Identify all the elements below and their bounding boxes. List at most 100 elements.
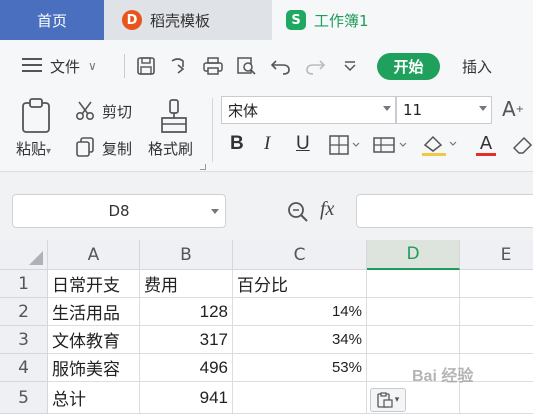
cell-a4[interactable]: 服饰美容	[48, 354, 140, 382]
italic-button[interactable]: I	[264, 133, 270, 155]
print-icon[interactable]	[202, 56, 224, 76]
format-painter-button[interactable]: 格式刷	[148, 138, 193, 159]
docer-logo-icon: D	[122, 10, 142, 30]
column-header[interactable]: A	[48, 240, 140, 270]
row-header[interactable]: 2	[0, 298, 48, 326]
cell-c1[interactable]: 百分比	[233, 270, 367, 298]
tab-workbook-label: 工作簿1	[314, 11, 369, 30]
spreadsheet-window: 首页 D 稻壳模板 S 工作簿1 文件 ∨ 开始 插入 粘贴▾ 剪切 复制 格式…	[0, 0, 533, 414]
cell-b5[interactable]: 941	[140, 382, 233, 414]
underline-button[interactable]: U	[296, 133, 310, 155]
cell-a1[interactable]: 日常开支	[48, 270, 140, 298]
watermark: Bai 经验	[412, 368, 474, 385]
format-painter-icon[interactable]	[158, 96, 190, 136]
chevron-down-icon	[383, 106, 391, 111]
ribbon: 粘贴▾ 剪切 复制 格式刷 宋体 11 A + B I U A	[0, 92, 533, 172]
chevron-down-icon: ∨	[88, 59, 97, 73]
cell-c5[interactable]	[233, 382, 367, 414]
cell-e5[interactable]	[460, 382, 533, 414]
paste-options-icon	[377, 392, 393, 408]
tab-home-label: 首页	[36, 11, 67, 30]
tab-start[interactable]: 开始	[377, 53, 440, 80]
cell-c4[interactable]: 53%	[233, 354, 367, 382]
save-icon[interactable]	[136, 56, 156, 76]
print-preview-icon[interactable]	[236, 56, 258, 76]
column-header[interactable]: C	[233, 240, 367, 270]
tab-bar: 首页 D 稻壳模板 S 工作簿1	[0, 0, 533, 40]
cell-style-icon[interactable]	[372, 134, 410, 156]
clear-format-icon[interactable]	[512, 134, 533, 156]
font-color-icon[interactable]: A	[468, 132, 504, 158]
font-size-select[interactable]: 11	[396, 96, 492, 124]
tab-insert[interactable]: 插入	[462, 40, 492, 92]
row-header[interactable]: 1	[0, 270, 48, 298]
paste-options-button[interactable]: ▾	[370, 388, 406, 412]
font-size-value: 11	[403, 101, 423, 119]
cell-e1[interactable]	[460, 270, 533, 298]
tab-workbook[interactable]: S 工作簿1	[272, 0, 533, 40]
fill-color-icon[interactable]	[420, 132, 460, 158]
cut-icon[interactable]	[74, 100, 96, 122]
chevron-down-icon	[479, 106, 487, 111]
increase-font-size-icon[interactable]: A +	[500, 96, 526, 122]
font-color-bar	[476, 152, 496, 156]
redo-icon[interactable]	[304, 56, 326, 76]
paste-button[interactable]: 粘贴▾	[16, 138, 51, 159]
menu-row: 文件 ∨ 开始 插入	[0, 40, 533, 92]
tab-templates-label: 稻壳模板	[150, 11, 211, 30]
copy-icon[interactable]	[74, 136, 96, 158]
name-box[interactable]: D8	[12, 194, 226, 228]
formula-bar: D8 fx	[0, 172, 533, 240]
spreadsheet-logo-icon: S	[286, 10, 306, 30]
cell-a5[interactable]: 总计	[48, 382, 140, 414]
zoom-search-icon[interactable]	[286, 200, 310, 224]
row-header[interactable]: 5	[0, 382, 48, 414]
column-header-selected[interactable]: D	[367, 240, 460, 270]
group-launcher-icon[interactable]	[200, 164, 206, 170]
cell-b2[interactable]: 128	[140, 298, 233, 326]
row-header[interactable]: 4	[0, 354, 48, 382]
tab-templates[interactable]: D 稻壳模板	[104, 0, 272, 40]
row-header[interactable]: 3	[0, 326, 48, 354]
column-header[interactable]: E	[460, 240, 533, 270]
file-menu-label: 文件	[50, 57, 81, 76]
cell-b4[interactable]: 496	[140, 354, 233, 382]
font-color-glyph: A	[479, 132, 493, 154]
cell-a3[interactable]: 文体教育	[48, 326, 140, 354]
cell-d2[interactable]	[367, 298, 460, 326]
cell-b3[interactable]: 317	[140, 326, 233, 354]
caret-down-icon: ▾	[394, 395, 400, 405]
font-name-value: 宋体	[228, 101, 259, 120]
cell-d3[interactable]	[367, 326, 460, 354]
export-icon[interactable]	[168, 56, 190, 76]
spreadsheet-grid: A B C D E 1 2 3 4 5 日常开支 费用 百分比 生活用品 128…	[0, 240, 533, 414]
bold-button[interactable]: B	[230, 133, 244, 155]
cell-e2[interactable]	[460, 298, 533, 326]
cell-a2[interactable]: 生活用品	[48, 298, 140, 326]
more-icon[interactable]	[340, 56, 360, 76]
cut-button[interactable]: 剪切	[102, 101, 132, 122]
name-box-value: D8	[108, 202, 130, 220]
hamburger-menu-icon[interactable]	[22, 55, 42, 75]
column-header[interactable]: B	[140, 240, 233, 270]
file-menu[interactable]: 文件 ∨	[50, 40, 97, 92]
paste-icon[interactable]	[18, 96, 54, 136]
cell-b1[interactable]: 费用	[140, 270, 233, 298]
cell-c3[interactable]: 34%	[233, 326, 367, 354]
select-all-corner[interactable]	[0, 240, 48, 270]
cell-c2[interactable]: 14%	[233, 298, 367, 326]
cell-e3[interactable]	[460, 326, 533, 354]
divider	[212, 98, 213, 162]
tab-home[interactable]: 首页	[0, 0, 104, 40]
font-name-select[interactable]: 宋体	[221, 96, 396, 124]
copy-button[interactable]: 复制	[102, 138, 132, 159]
divider	[124, 54, 125, 78]
undo-icon[interactable]	[270, 56, 292, 76]
formula-input[interactable]	[356, 194, 533, 228]
borders-icon[interactable]	[328, 134, 362, 156]
chevron-down-icon	[211, 209, 219, 214]
insert-function-button[interactable]: fx	[320, 198, 334, 221]
cell-d1[interactable]	[367, 270, 460, 298]
paste-label: 粘贴	[16, 140, 47, 158]
caret-down-icon: ▾	[46, 146, 52, 157]
